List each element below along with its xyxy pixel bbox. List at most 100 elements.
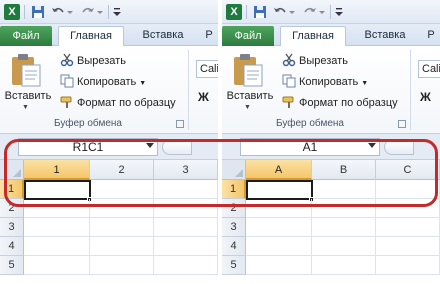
tab-insert[interactable]: Вставка	[356, 26, 414, 47]
cell[interactable]	[24, 237, 90, 256]
dialog-launcher-icon[interactable]	[176, 120, 184, 128]
cell[interactable]	[90, 218, 154, 237]
redo-icon[interactable]	[302, 4, 318, 20]
customize-icon[interactable]	[334, 4, 344, 20]
paste-button[interactable]: Вставить	[226, 90, 274, 102]
redo-dropdown-icon[interactable]	[96, 4, 104, 20]
active-cell[interactable]	[24, 180, 91, 200]
copy-button[interactable]: Копировать ▼	[60, 73, 146, 91]
paste-dropdown-icon[interactable]: ▼	[22, 104, 29, 111]
format-painter-button[interactable]: Формат по образцу	[60, 94, 176, 112]
paste-icon[interactable]	[8, 52, 44, 88]
cell[interactable]	[312, 218, 376, 237]
copy-dropdown-icon[interactable]: ▼	[361, 80, 368, 87]
tab-file[interactable]: Файл	[0, 26, 52, 46]
cell[interactable]	[376, 237, 440, 256]
redo-icon[interactable]	[80, 4, 96, 20]
paste-dropdown-icon[interactable]: ▼	[244, 104, 251, 111]
cell[interactable]	[376, 199, 440, 218]
undo-icon[interactable]	[272, 4, 288, 20]
cut-label: Вырезать	[77, 55, 126, 67]
cell[interactable]	[90, 237, 154, 256]
undo-dropdown-icon[interactable]	[288, 4, 296, 20]
cell[interactable]	[24, 199, 90, 218]
row-header[interactable]: 1	[222, 180, 246, 199]
ribbon-tabs: Файл Главная Вставка Р	[0, 24, 218, 47]
row-header[interactable]: 5	[222, 256, 246, 275]
tab-insert[interactable]: Вставка	[134, 26, 192, 47]
cut-button[interactable]: Вырезать	[282, 52, 348, 70]
save-icon[interactable]	[252, 4, 268, 20]
cell[interactable]	[312, 237, 376, 256]
name-box-dropdown-icon[interactable]	[368, 143, 376, 148]
redo-dropdown-icon[interactable]	[318, 4, 326, 20]
row-header[interactable]: 5	[0, 256, 24, 275]
column-header[interactable]: C	[376, 160, 440, 180]
tab-home[interactable]: Главная	[280, 26, 346, 47]
name-box[interactable]: R1C1	[18, 138, 158, 156]
cell[interactable]	[154, 218, 218, 237]
column-header[interactable]: 2	[90, 160, 154, 180]
cell[interactable]	[154, 237, 218, 256]
tab-home[interactable]: Главная	[58, 26, 124, 47]
cell[interactable]	[376, 218, 440, 237]
font-name-field[interactable]: Cali	[196, 60, 218, 78]
name-box[interactable]: A1	[240, 138, 380, 156]
dialog-launcher-icon[interactable]	[398, 120, 406, 128]
cell[interactable]	[376, 256, 440, 275]
bold-button[interactable]: Ж	[198, 90, 209, 104]
row-header[interactable]: 2	[222, 199, 246, 218]
font-name-field[interactable]: Cali	[418, 60, 440, 78]
worksheet-grid: 1 2 3 1 2 3 4 5	[0, 160, 218, 284]
copy-dropdown-icon[interactable]: ▼	[139, 80, 146, 87]
row-header[interactable]: 2	[0, 199, 24, 218]
paste-button[interactable]: Вставить	[4, 90, 52, 102]
cell[interactable]	[246, 218, 312, 237]
cell[interactable]	[24, 256, 90, 275]
cell[interactable]	[154, 256, 218, 275]
row-header[interactable]: 3	[222, 218, 246, 237]
cell[interactable]	[246, 237, 312, 256]
cell[interactable]	[313, 180, 376, 199]
customize-icon[interactable]	[112, 4, 122, 20]
tab-file[interactable]: Файл	[222, 26, 274, 46]
cut-button[interactable]: Вырезать	[60, 52, 126, 70]
cell[interactable]	[312, 256, 376, 275]
formula-bar-resize-handle[interactable]	[162, 139, 192, 155]
format-painter-icon	[282, 95, 296, 109]
active-cell[interactable]	[246, 180, 313, 200]
row-header[interactable]: 4	[222, 237, 246, 256]
row-header[interactable]: 4	[0, 237, 24, 256]
cell[interactable]	[246, 256, 312, 275]
tab-overflow[interactable]: Р	[200, 26, 218, 47]
undo-dropdown-icon[interactable]	[66, 4, 74, 20]
cell[interactable]	[90, 256, 154, 275]
cell[interactable]	[24, 218, 90, 237]
row-header[interactable]: 3	[0, 218, 24, 237]
tab-overflow[interactable]: Р	[422, 26, 440, 47]
cell[interactable]	[312, 199, 376, 218]
cell[interactable]	[154, 180, 218, 199]
select-all-corner[interactable]	[222, 160, 246, 180]
excel-icon[interactable]: X	[4, 4, 20, 20]
column-header[interactable]: B	[312, 160, 376, 180]
cell[interactable]	[91, 180, 154, 199]
formula-bar-resize-handle[interactable]	[384, 139, 414, 155]
undo-icon[interactable]	[50, 4, 66, 20]
cell[interactable]	[376, 180, 440, 199]
select-all-corner[interactable]	[0, 160, 24, 180]
cell[interactable]	[90, 199, 154, 218]
excel-icon[interactable]: X	[226, 4, 242, 20]
format-painter-button[interactable]: Формат по образцу	[282, 94, 398, 112]
column-header[interactable]: 1	[24, 160, 90, 180]
copy-button[interactable]: Копировать ▼	[282, 73, 368, 91]
row-header[interactable]: 1	[0, 180, 24, 199]
bold-button[interactable]: Ж	[420, 90, 431, 104]
cell[interactable]	[246, 199, 312, 218]
column-header[interactable]: A	[246, 160, 312, 180]
paste-icon[interactable]	[230, 52, 266, 88]
save-icon[interactable]	[30, 4, 46, 20]
cell[interactable]	[154, 199, 218, 218]
name-box-dropdown-icon[interactable]	[146, 143, 154, 148]
column-header[interactable]: 3	[154, 160, 218, 180]
